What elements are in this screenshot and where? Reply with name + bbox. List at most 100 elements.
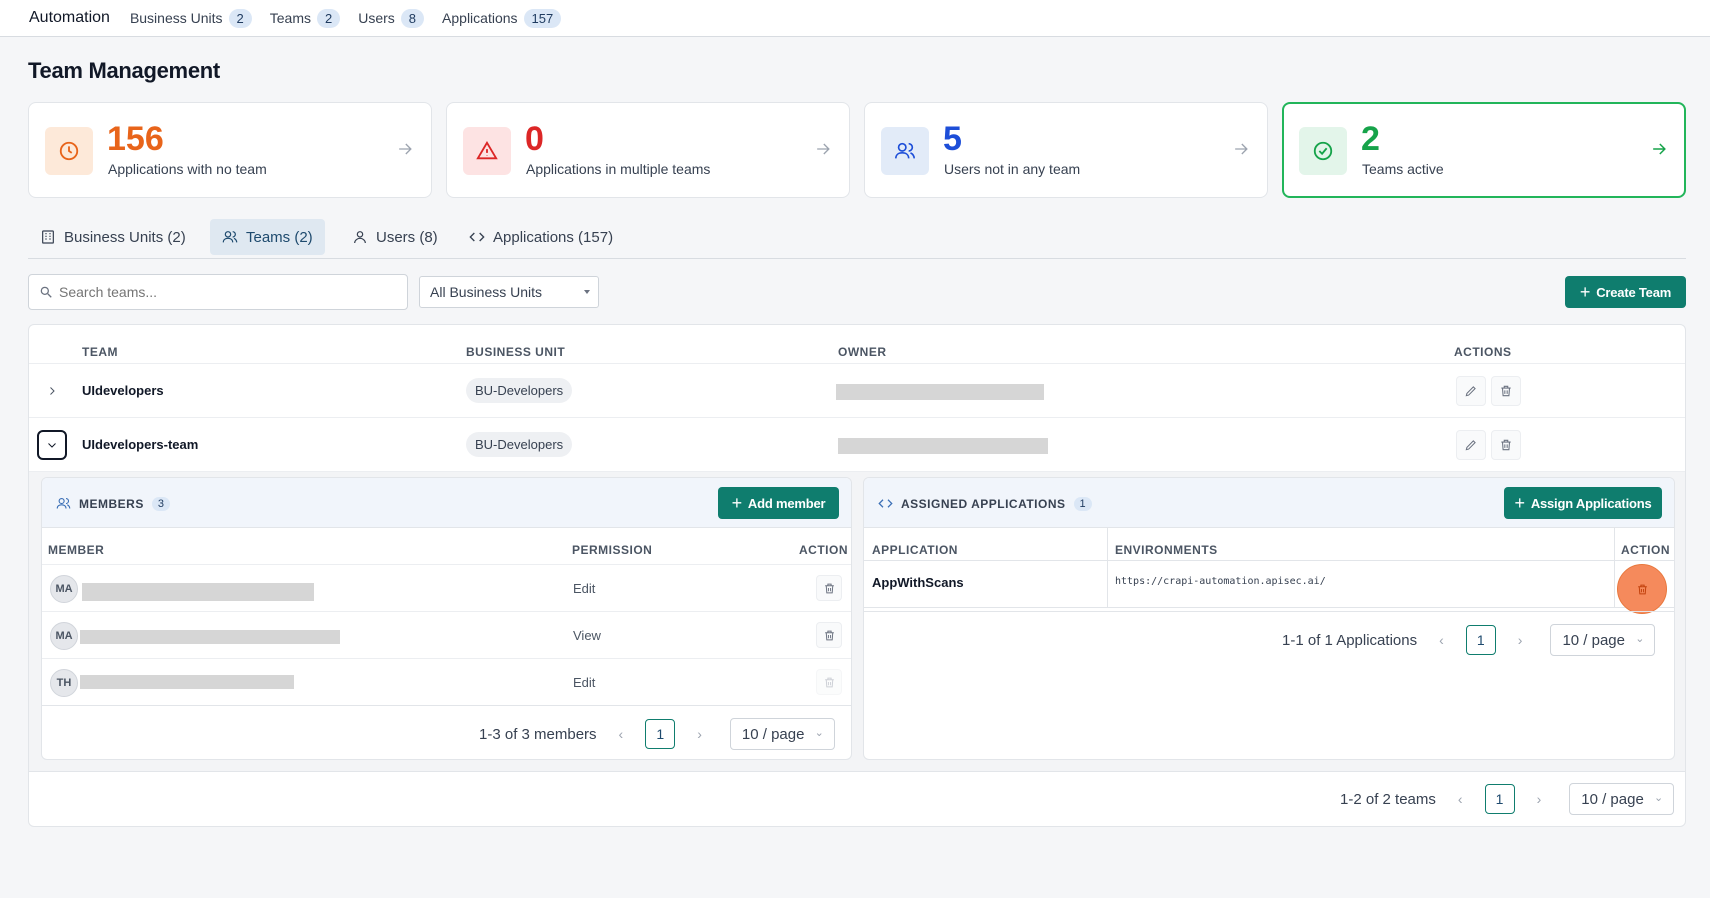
page-number-button[interactable]: 1: [645, 719, 676, 749]
arrow-right-icon: [1653, 143, 1666, 155]
tab-users[interactable]: Users (8): [340, 219, 450, 255]
prev-page-icon[interactable]: ‹: [1458, 791, 1463, 807]
prev-page-icon[interactable]: ‹: [619, 726, 624, 742]
business-unit-badge: BU-Developers: [466, 432, 573, 457]
prev-page-icon[interactable]: ‹: [1439, 632, 1444, 648]
delete-button[interactable]: [1491, 430, 1521, 460]
assign-applications-button[interactable]: + Assign Applications: [1504, 487, 1662, 519]
search-input[interactable]: [59, 284, 379, 300]
expand-row-button[interactable]: [37, 376, 67, 406]
page-title: Team Management: [28, 58, 220, 83]
remove-member-button[interactable]: [816, 622, 842, 648]
tab-teams[interactable]: Teams (2): [210, 219, 325, 255]
stat-value: 5: [943, 120, 962, 158]
column-header-member: MEMBER: [48, 543, 105, 557]
page-number-button[interactable]: 1: [1484, 784, 1515, 814]
users-icon: [56, 497, 71, 509]
members-pagination: 1-3 of 3 members ‹ 1 › 10 / page ⌄: [479, 718, 835, 750]
tab-business-units[interactable]: Business Units (2): [28, 219, 198, 255]
stat-card-users-no-team[interactable]: 5 Users not in any team: [864, 102, 1268, 198]
remove-application-button[interactable]: [1617, 564, 1667, 614]
search-box[interactable]: [28, 274, 408, 310]
column-header-action: ACTION: [1621, 543, 1670, 557]
column-divider: [1614, 528, 1615, 608]
stat-label: Teams active: [1362, 161, 1444, 177]
table-row: UIdevelopers-team BU-Developers: [29, 417, 1685, 471]
permission-value: View: [573, 628, 601, 643]
member-row: TH Edit: [42, 658, 851, 705]
chevron-down-icon: ⌄: [814, 727, 824, 739]
app-title: Automation: [29, 9, 110, 26]
delete-button[interactable]: [1491, 376, 1521, 406]
permission-value: Edit: [573, 581, 596, 596]
nav-item-applications[interactable]: Applications 157: [442, 8, 562, 28]
column-header-action: ACTION: [799, 543, 848, 557]
next-page-icon[interactable]: ›: [1537, 791, 1542, 807]
trash-icon: [824, 630, 834, 640]
avatar: MA: [50, 575, 78, 603]
stat-card-multiple-teams[interactable]: 0 Applications in multiple teams: [446, 102, 850, 198]
remove-member-button[interactable]: [816, 575, 842, 601]
applications-title: ASSIGNED APPLICATIONS 1: [878, 496, 1093, 511]
page-size-select[interactable]: 10 / page ⌄: [729, 718, 835, 750]
column-header-application: APPLICATION: [872, 543, 958, 557]
nav-item-label: Teams: [269, 10, 311, 26]
owner-redacted: [838, 438, 1048, 454]
environment-url[interactable]: https://crapi-automation.apisec.ai/: [1115, 576, 1326, 587]
collapse-row-button[interactable]: [37, 430, 67, 460]
warning-triangle-icon: [463, 127, 511, 175]
plus-icon: +: [1579, 282, 1591, 302]
stat-label: Applications with no team: [108, 161, 267, 177]
tab-applications[interactable]: Applications (157): [457, 219, 625, 255]
divider: [864, 607, 1674, 608]
next-page-icon[interactable]: ›: [697, 726, 702, 742]
column-header-owner: OWNER: [838, 345, 887, 359]
member-name-redacted: [80, 675, 294, 689]
tab-label: Teams (2): [246, 228, 313, 246]
count-badge: 2: [317, 8, 341, 28]
pagination-summary: 1-3 of 3 members: [479, 725, 597, 743]
applications-table: APPLICATION ENVIRONMENTS ACTION AppWithS…: [864, 528, 1674, 608]
pagination-summary: 1-1 of 1 Applications: [1282, 631, 1418, 649]
add-member-button[interactable]: + Add member: [718, 487, 839, 519]
members-title-label: MEMBERS: [79, 496, 144, 511]
count-badge: 1: [1073, 496, 1093, 511]
edit-button[interactable]: [1456, 430, 1486, 460]
edit-button[interactable]: [1456, 376, 1486, 406]
page-size-select[interactable]: 10 / page ⌄: [1569, 783, 1675, 815]
column-header-business-unit: BUSINESS UNIT: [466, 345, 566, 359]
nav-item-business-units[interactable]: Business Units 2: [130, 8, 252, 28]
page-size-select[interactable]: 10 / page ⌄: [1550, 624, 1656, 656]
select-value: All Business Units: [430, 284, 543, 300]
applications-pagination: 1-1 of 1 Applications ‹ 1 › 10 / page ⌄: [1282, 624, 1656, 656]
nav-item-users[interactable]: Users 8: [358, 8, 425, 28]
pencil-icon: [1465, 386, 1476, 397]
building-icon: [42, 230, 54, 244]
nav-item-label: Users: [358, 10, 395, 26]
teams-table: TEAM BUSINESS UNIT OWNER ACTIONS UIdevel…: [28, 324, 1686, 827]
stat-value: 0: [525, 120, 544, 158]
teams-pagination: 1-2 of 2 teams ‹ 1 › 10 / page ⌄: [1340, 783, 1675, 815]
nav-item-teams[interactable]: Teams 2: [269, 8, 341, 28]
avatar: TH: [50, 669, 78, 697]
users-icon: [881, 127, 929, 175]
trash-icon: [1501, 385, 1511, 397]
team-name[interactable]: UIdevelopers: [82, 383, 164, 398]
team-name[interactable]: UIdevelopers-team: [82, 437, 198, 452]
application-name[interactable]: AppWithScans: [872, 575, 964, 590]
count-badge: 2: [228, 8, 252, 28]
next-page-icon[interactable]: ›: [1518, 632, 1523, 648]
create-team-button[interactable]: + Create Team: [1565, 276, 1686, 308]
column-header-permission: PERMISSION: [572, 543, 653, 557]
stat-card-teams-active[interactable]: 2 Teams active: [1282, 102, 1686, 198]
page-number-button[interactable]: 1: [1465, 625, 1496, 655]
stat-card-no-team[interactable]: 156 Applications with no team: [28, 102, 432, 198]
tab-bar: Business Units (2) Teams (2) Users (8) A…: [28, 217, 1686, 259]
stat-value: 156: [107, 120, 164, 158]
divider: [864, 611, 1674, 612]
page-size-value: 10 / page: [741, 725, 805, 743]
divider: [42, 705, 851, 706]
plus-icon: +: [731, 493, 743, 513]
code-icon: [878, 499, 893, 508]
business-unit-select[interactable]: All Business Units: [419, 276, 599, 308]
